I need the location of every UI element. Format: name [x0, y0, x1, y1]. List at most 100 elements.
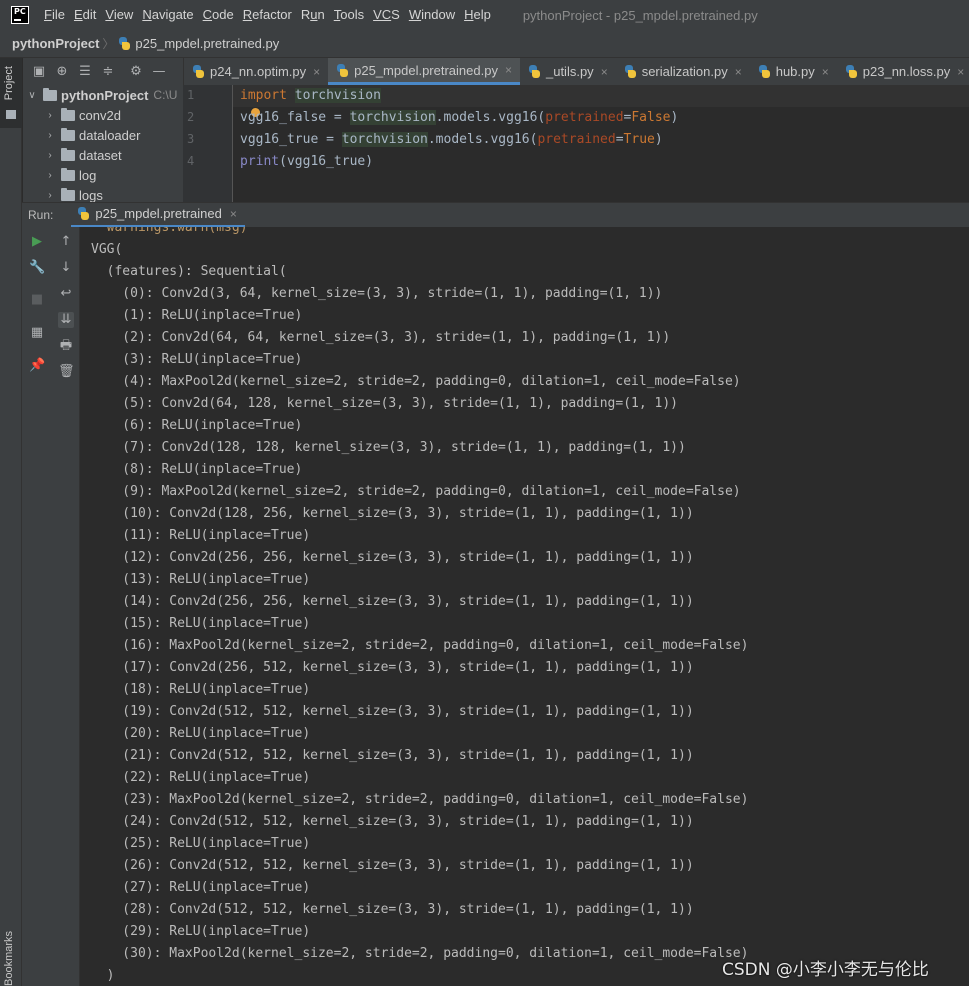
close-icon[interactable]: × — [230, 207, 237, 221]
menu-item[interactable]: Edit — [74, 0, 96, 30]
arrow-up-icon[interactable]: ↑ — [58, 234, 74, 250]
tree-item-label: conv2d — [79, 107, 121, 123]
rerun-icon[interactable]: ▶ — [29, 234, 45, 250]
print-icon[interactable]: 🖶 — [58, 338, 74, 354]
menu-item[interactable]: VCS — [373, 0, 400, 30]
editor-tab[interactable]: _utils.py × — [520, 58, 616, 85]
paren: ) — [654, 132, 663, 147]
console-line: (9): MaxPool2d(kernel_size=2, stride=2, … — [91, 484, 741, 499]
chevron-right-icon[interactable]: › — [43, 110, 57, 121]
editor-tab[interactable]: p24_nn.optim.py × — [184, 58, 328, 85]
tree-item[interactable]: › dataloader — [23, 125, 183, 145]
breadcrumb-project[interactable]: pythonProject — [12, 36, 99, 51]
console-line: (28): Conv2d(512, 512, kernel_size=(3, 3… — [91, 902, 694, 917]
chevron-right-icon[interactable]: › — [43, 150, 57, 161]
menu-item[interactable]: Navigate — [142, 0, 193, 30]
left-tool-strip: Project Bookmarks — [0, 58, 22, 986]
folder-icon — [61, 187, 75, 201]
run-console[interactable]: warnings.warn(msg) VGG( (features): Seque… — [80, 227, 969, 986]
project-tool-label: Project — [3, 66, 15, 101]
editor-tab[interactable]: p23_nn.loss.py × — [837, 58, 969, 85]
console-line: (12): Conv2d(256, 256, kernel_size=(3, 3… — [91, 550, 694, 565]
stop-icon[interactable]: ■ — [29, 292, 45, 308]
chevron-right-icon[interactable]: › — [43, 190, 57, 201]
console-line: (0): Conv2d(3, 64, kernel_size=(3, 3), s… — [91, 286, 663, 301]
pin-icon[interactable]: 📌 — [29, 358, 45, 374]
call: .models.vgg16( — [435, 110, 546, 125]
folder-icon — [61, 127, 75, 141]
editor-tab[interactable]: p25_mpdel.pretrained.py × — [328, 58, 520, 85]
arrow-down-icon[interactable]: ↓ — [58, 260, 74, 276]
tree-item[interactable]: › logs — [23, 185, 183, 202]
hide-icon[interactable]: — — [152, 64, 166, 79]
menu-item[interactable]: View — [105, 0, 133, 30]
folder-icon — [61, 107, 75, 121]
editor-tab[interactable]: hub.py × — [750, 58, 837, 85]
scroll-to-end-icon[interactable]: ⇊ — [58, 312, 74, 328]
gear-icon[interactable]: ⚙ — [129, 64, 143, 79]
editor-tab[interactable]: serialization.py × — [616, 58, 750, 85]
variable: vgg16_true — [240, 132, 319, 147]
menu-item[interactable]: Run — [301, 0, 325, 30]
soft-wrap-icon[interactable]: ↩ — [58, 286, 74, 302]
tree-item[interactable]: › conv2d — [23, 105, 183, 125]
close-icon[interactable]: × — [822, 65, 829, 79]
collapse-all-icon[interactable]: ≑ — [101, 64, 115, 79]
console-line: (20): ReLU(inplace=True) — [91, 726, 311, 741]
chevron-down-icon[interactable]: ∨ — [25, 90, 39, 101]
console-line: (10): Conv2d(128, 256, kernel_size=(3, 3… — [91, 506, 694, 521]
python-file-icon — [336, 63, 349, 77]
console-line: (8): ReLU(inplace=True) — [91, 462, 303, 477]
bookmarks-tool-button[interactable]: Bookmarks — [3, 930, 15, 986]
console-line: ) — [91, 968, 115, 983]
tree-item[interactable]: › dataset — [23, 145, 183, 165]
close-icon[interactable]: × — [735, 65, 742, 79]
trash-icon[interactable]: 🗑 — [58, 364, 75, 380]
menu-item[interactable]: File — [44, 0, 65, 30]
locate-icon[interactable]: ⊕ — [55, 64, 69, 79]
code-editor[interactable]: 1 2 3 4 import torchvision vgg16_false =… — [183, 85, 969, 202]
console-line: (26): Conv2d(512, 512, kernel_size=(3, 3… — [91, 858, 694, 873]
console-line: (4): MaxPool2d(kernel_size=2, stride=2, … — [91, 374, 741, 389]
pycharm-logo-icon: PC — [11, 6, 29, 24]
close-icon[interactable]: × — [601, 65, 608, 79]
menu-item[interactable]: Tools — [334, 0, 364, 30]
chevron-right-icon[interactable]: › — [43, 130, 57, 141]
editor-tab-label: p25_mpdel.pretrained.py — [354, 62, 498, 78]
console-line: (6): ReLU(inplace=True) — [91, 418, 303, 433]
close-icon[interactable]: × — [957, 65, 964, 79]
console-line: (features): Sequential( — [91, 264, 287, 279]
breadcrumb-file[interactable]: p25_mpdel.pretrained.py — [135, 36, 279, 51]
menu-item[interactable]: Code — [203, 0, 234, 30]
tree-item[interactable]: › log — [23, 165, 183, 185]
tree-root[interactable]: ∨ pythonProject C:\U — [23, 85, 183, 105]
project-tool-button[interactable]: Project — [0, 58, 22, 128]
wrench-icon[interactable]: 🔧 — [29, 260, 45, 276]
folder-icon — [6, 110, 16, 119]
folder-icon — [61, 147, 75, 161]
close-icon[interactable]: × — [313, 65, 320, 79]
layout-icon[interactable]: ▦ — [29, 325, 45, 341]
console-line: (16): MaxPool2d(kernel_size=2, stride=2,… — [91, 638, 749, 653]
call: .models.vgg16( — [427, 132, 538, 147]
console-line: (7): Conv2d(128, 128, kernel_size=(3, 3)… — [91, 440, 686, 455]
console-line: (13): ReLU(inplace=True) — [91, 572, 311, 587]
editor-tab-label: hub.py — [775, 64, 815, 79]
editor-tabs: p24_nn.optim.py × p25_mpdel.pretrained.py ×… — [183, 58, 969, 85]
console-line: (23): MaxPool2d(kernel_size=2, stride=2,… — [91, 792, 749, 807]
chevron-right-icon[interactable]: › — [43, 170, 57, 181]
console-line: (2): Conv2d(64, 64, kernel_size=(3, 3), … — [91, 330, 671, 345]
expand-all-icon[interactable]: ☰ — [78, 64, 92, 79]
paren: ) — [670, 110, 679, 125]
menu-item[interactable]: Window — [409, 0, 455, 30]
menu-item[interactable]: Help — [464, 0, 491, 30]
python-file-icon — [528, 65, 541, 78]
menu-item[interactable]: Refactor — [243, 0, 292, 30]
editor-tab-label: serialization.py — [641, 64, 728, 79]
console-line: (1): ReLU(inplace=True) — [91, 308, 303, 323]
view-mode-icon[interactable]: ▣ — [32, 64, 46, 79]
param-value: False — [631, 110, 671, 125]
code-line-1: import torchvision — [240, 85, 381, 107]
close-icon[interactable]: × — [505, 63, 512, 77]
run-tab[interactable]: p25_mpdel.pretrained × — [71, 203, 245, 228]
